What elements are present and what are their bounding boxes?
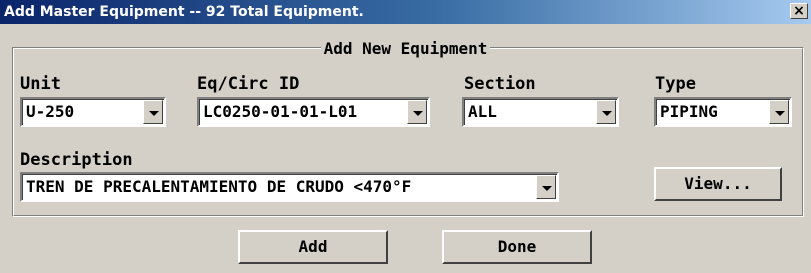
description-label: Description (20, 150, 133, 170)
title-bar: Add Master Equipment -- 92 Total Equipme… (0, 0, 811, 24)
section-label: Section (464, 74, 536, 94)
chevron-down-icon[interactable] (769, 100, 789, 124)
section-select[interactable]: ALL (462, 97, 619, 127)
eq-circ-id-label: Eq/Circ ID (197, 74, 300, 94)
chevron-down-icon[interactable] (143, 100, 163, 124)
eq-circ-id-select[interactable]: LC0250-01-01-L01 (197, 97, 430, 127)
unit-value: U-250 (26, 102, 75, 121)
done-button[interactable]: Done (442, 230, 592, 264)
chevron-down-icon[interactable] (536, 175, 556, 199)
close-button[interactable]: × (790, 3, 808, 19)
type-label: Type (655, 74, 696, 94)
window-title: Add Master Equipment -- 92 Total Equipme… (4, 4, 364, 20)
close-icon: × (793, 3, 805, 19)
group-legend: Add New Equipment (320, 39, 491, 58)
eq-circ-id-value: LC0250-01-01-L01 (203, 102, 358, 121)
type-value: PIPING (660, 102, 718, 121)
chevron-down-icon[interactable] (596, 100, 616, 124)
section-value: ALL (468, 102, 497, 121)
type-select[interactable]: PIPING (654, 97, 792, 127)
description-value: TREN DE PRECALENTAMIENTO DE CRUDO <470°F (26, 177, 412, 196)
view-button[interactable]: View... (654, 167, 782, 201)
unit-select[interactable]: U-250 (20, 97, 166, 127)
unit-label: Unit (20, 74, 61, 94)
description-select[interactable]: TREN DE PRECALENTAMIENTO DE CRUDO <470°F (20, 172, 559, 202)
chevron-down-icon[interactable] (407, 100, 427, 124)
add-button[interactable]: Add (238, 230, 388, 264)
